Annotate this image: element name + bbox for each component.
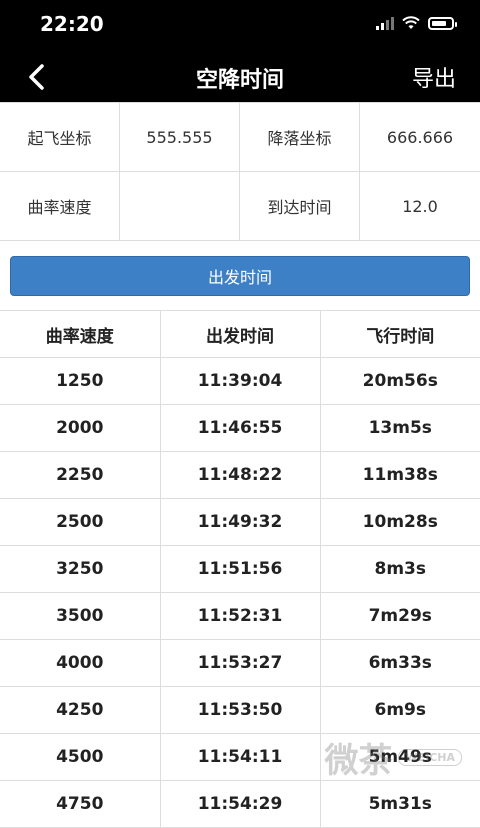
- cell-flight-time: 7m29s: [320, 592, 480, 640]
- cell-curve-speed: 4250: [0, 686, 161, 734]
- cell-curve-speed: 4500: [0, 733, 161, 781]
- results-table: 曲率速度 出发时间 飞行时间 1250 11:39:04 20m56s 2000 11…: [0, 311, 480, 828]
- cell-flight-time: 11m38s: [320, 451, 480, 499]
- table-row: 2250 11:48:22 11m38s: [0, 451, 480, 499]
- cell-curve-speed: 2000: [0, 404, 161, 452]
- status-bar: 22:20: [0, 0, 480, 52]
- table-row: 4500 11:54:11 5m49s: [0, 733, 480, 781]
- cell-depart-time: 11:54:11: [160, 733, 321, 781]
- table-header-row: 曲率速度 出发时间 飞行时间: [0, 311, 480, 358]
- cell-curve-speed: 3500: [0, 592, 161, 640]
- page-title: 空降时间: [195, 68, 284, 93]
- cell-depart-time: 11:49:32: [160, 498, 321, 546]
- cell-curve-speed: 4000: [0, 639, 161, 687]
- table-row: 4250 11:53:50 6m9s: [0, 686, 480, 734]
- cell-depart-time: 11:51:56: [160, 545, 321, 593]
- depart-button-wrap: 出发时间: [0, 241, 480, 311]
- cell-curve-speed: 2250: [0, 451, 161, 499]
- cell-depart-time: 11:46:55: [160, 404, 321, 452]
- takeoff-label: 起飞坐标: [0, 103, 120, 172]
- status-time: 22:20: [40, 12, 104, 36]
- curve-speed-label: 曲率速度: [0, 172, 120, 241]
- cell-curve-speed: 4750: [0, 780, 161, 828]
- table-row: 4000 11:53:27 6m33s: [0, 639, 480, 687]
- table-row: 1250 11:39:04 20m56s: [0, 357, 480, 405]
- table-row: 4750 11:54:29 5m31s: [0, 780, 480, 828]
- landing-label: 降落坐标: [240, 103, 360, 172]
- cell-flight-time: 8m3s: [320, 545, 480, 593]
- landing-value[interactable]: 666.666: [360, 103, 480, 172]
- table-row: 3500 11:52:31 7m29s: [0, 592, 480, 640]
- curve-speed-value[interactable]: [120, 172, 240, 241]
- arrival-value[interactable]: 12.0: [360, 172, 480, 241]
- cell-depart-time: 11:53:50: [160, 686, 321, 734]
- cell-flight-time: 6m9s: [320, 686, 480, 734]
- cell-flight-time: 6m33s: [320, 639, 480, 687]
- cell-depart-time: 11:48:22: [160, 451, 321, 499]
- cell-curve-speed: 1250: [0, 357, 161, 405]
- cell-flight-time: 20m56s: [320, 357, 480, 405]
- cell-curve-speed: 3250: [0, 545, 161, 593]
- depart-time-button[interactable]: 出发时间: [10, 256, 470, 296]
- column-header-curve-speed: 曲率速度: [0, 311, 161, 358]
- battery-icon: [428, 16, 457, 30]
- table-row: 3250 11:51:56 8m3s: [0, 545, 480, 593]
- signal-icon: [376, 16, 394, 30]
- arrival-label: 到达时间: [240, 172, 360, 241]
- status-icons: [376, 16, 457, 30]
- cell-flight-time: 10m28s: [320, 498, 480, 546]
- cell-curve-speed: 2500: [0, 498, 161, 546]
- nav-bar: 空降时间 导出: [0, 52, 480, 102]
- cell-depart-time: 11:54:29: [160, 780, 321, 828]
- cell-flight-time: 13m5s: [320, 404, 480, 452]
- cell-flight-time: 5m49s: [320, 733, 480, 781]
- takeoff-value[interactable]: 555.555: [120, 103, 240, 172]
- table-row: 2000 11:46:55 13m5s: [0, 404, 480, 452]
- cell-depart-time: 11:52:31: [160, 592, 321, 640]
- cell-flight-time: 5m31s: [320, 780, 480, 828]
- top-bar: 22:20 空降时间 导出: [0, 0, 480, 102]
- column-header-depart-time: 出发时间: [160, 311, 321, 358]
- column-header-flight-time: 飞行时间: [320, 311, 480, 358]
- chevron-left-icon[interactable]: [22, 60, 52, 94]
- cell-depart-time: 11:53:27: [160, 639, 321, 687]
- info-grid: 起飞坐标 555.555 降落坐标 666.666 曲率速度 到达时间 12.0: [0, 102, 480, 241]
- export-button[interactable]: 导出: [412, 61, 456, 93]
- wifi-icon: [402, 16, 420, 29]
- table-row: 2500 11:49:32 10m28s: [0, 498, 480, 546]
- cell-depart-time: 11:39:04: [160, 357, 321, 405]
